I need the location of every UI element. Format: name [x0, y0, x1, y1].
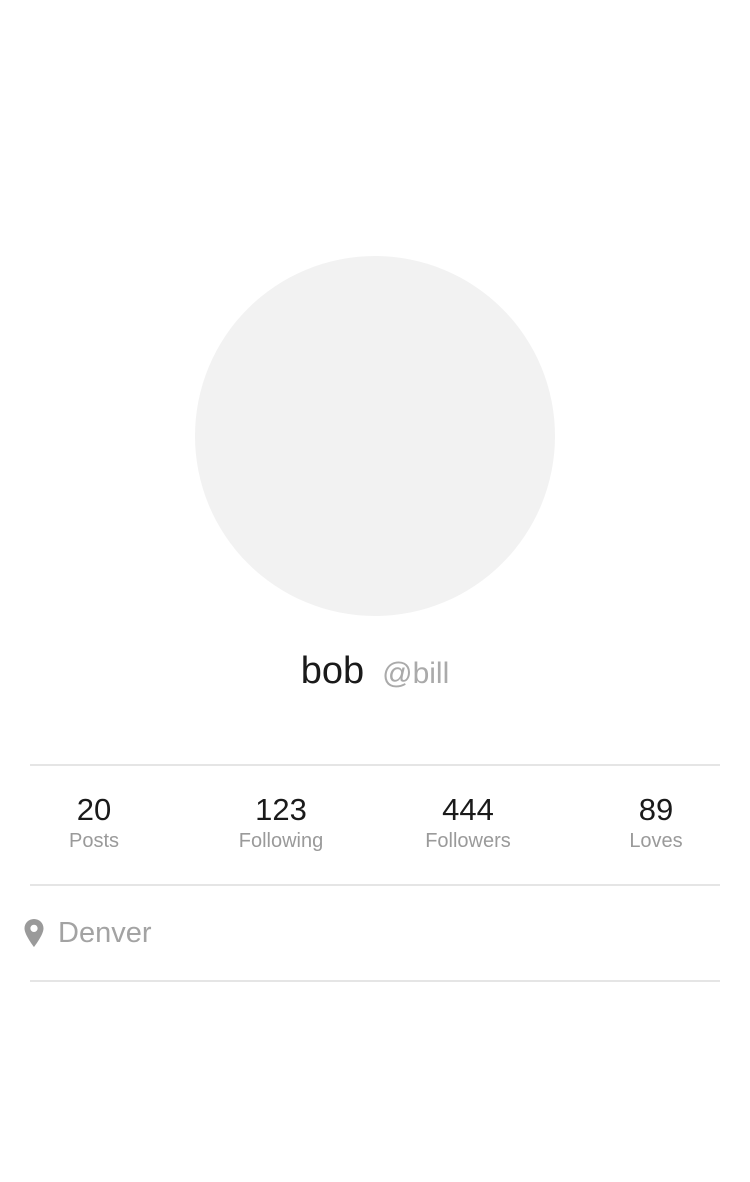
stat-following-value: 123 [255, 792, 307, 827]
stat-following[interactable]: 123 Following [201, 791, 361, 855]
stat-followers-value: 444 [442, 792, 494, 827]
stat-posts[interactable]: 20 Posts [14, 791, 174, 855]
avatar[interactable] [195, 256, 555, 616]
display-name: bob [300, 650, 365, 692]
stat-loves[interactable]: 89 Loves [576, 791, 736, 855]
profile-stats: 20 Posts 123 Following 444 Followers 89 … [0, 767, 750, 884]
stat-loves-label: Loves [629, 830, 683, 852]
divider-top [30, 764, 720, 766]
stat-loves-value: 89 [638, 792, 674, 827]
username: @bill [382, 657, 450, 690]
stat-followers[interactable]: 444 Followers [388, 791, 548, 855]
location-row: Denver [24, 910, 152, 956]
divider-bottom [30, 980, 720, 982]
stat-posts-value: 20 [76, 792, 112, 827]
profile-name-row: bob @bill [0, 650, 750, 706]
stat-followers-label: Followers [425, 830, 511, 852]
stat-following-label: Following [238, 830, 324, 852]
location-text: Denver [58, 916, 152, 949]
stat-posts-label: Posts [68, 830, 120, 852]
divider-middle [30, 884, 720, 886]
map-pin-icon [24, 919, 44, 947]
